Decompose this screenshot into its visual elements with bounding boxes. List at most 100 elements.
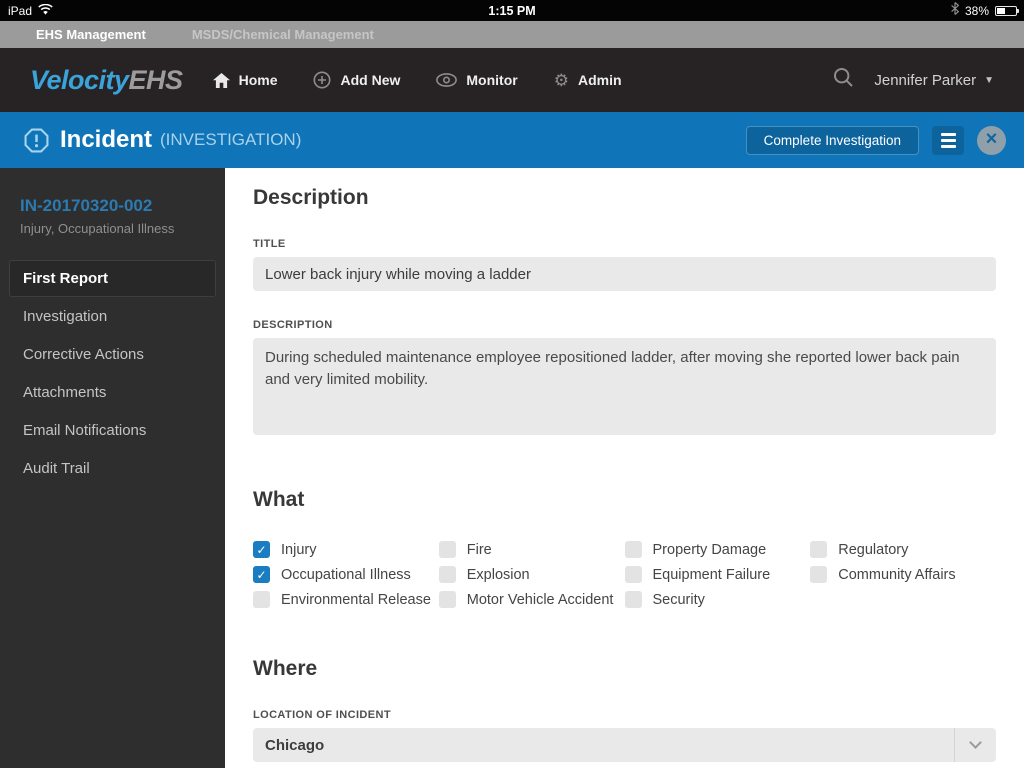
page-title: Incident xyxy=(60,126,153,153)
checkbox-row-occupational-illness[interactable]: ✓ Occupational Illness xyxy=(253,566,439,583)
logo-part-2: EHS xyxy=(128,64,184,95)
checkbox-label: Fire xyxy=(466,541,492,558)
what-column: Regulatory Community Affairs xyxy=(810,541,996,608)
battery-percent: 38% xyxy=(964,3,989,18)
checkbox-row-security[interactable]: Security xyxy=(624,591,811,608)
tab-bar: EHS Management MSDS/Chemical Management xyxy=(0,21,1024,48)
admin-icon: ⚙ xyxy=(553,70,569,90)
what-column: Property Damage Equipment Failure Security xyxy=(624,541,811,608)
checkbox-row-fire[interactable]: Fire xyxy=(438,541,625,558)
checkbox-community-affairs[interactable] xyxy=(810,566,828,583)
checkbox-label: Occupational Illness xyxy=(281,566,411,583)
chevron-down-icon: ▼ xyxy=(984,74,994,86)
checkbox-label: Injury xyxy=(281,541,317,558)
location-select[interactable]: Chicago xyxy=(253,728,996,762)
checkbox-explosion[interactable] xyxy=(438,566,456,583)
wifi-icon xyxy=(38,2,53,20)
title-input[interactable]: Lower back injury while moving a ladder xyxy=(253,257,996,291)
description-textarea-value: During scheduled maintenance employee re… xyxy=(265,349,960,388)
tab-msds-chemical-management[interactable]: MSDS/Chemical Management xyxy=(192,27,374,42)
search-icon[interactable] xyxy=(833,67,854,93)
checkbox-equipment-failure[interactable] xyxy=(624,566,642,583)
description-section-heading: Description xyxy=(253,186,369,209)
hamburger-menu-button[interactable] xyxy=(932,125,964,155)
description-field-label: DESCRIPTION xyxy=(253,319,333,331)
what-column: Fire Explosion Motor Vehicle Accident xyxy=(438,541,625,608)
checkbox-label: Explosion xyxy=(466,566,530,583)
nav-item-add-new[interactable]: Add New xyxy=(313,71,400,89)
checkbox-occupational-illness[interactable]: ✓ xyxy=(253,566,270,583)
add-icon xyxy=(313,71,331,89)
user-name: Jennifer Parker xyxy=(874,71,977,89)
chevron-down-icon xyxy=(969,736,982,749)
select-arrow-zone[interactable] xyxy=(954,728,996,762)
nav-item-label: Add New xyxy=(340,72,401,88)
location-field-label: LOCATION OF INCIDENT xyxy=(253,709,391,721)
checkbox-row-property-damage[interactable]: Property Damage xyxy=(624,541,811,558)
nav-item-home[interactable]: Home xyxy=(212,72,278,88)
nav-item-admin[interactable]: ⚙ Admin xyxy=(554,72,622,89)
checkbox-environmental-release[interactable] xyxy=(253,591,270,608)
checkbox-regulatory[interactable] xyxy=(810,541,828,558)
checkbox-motor-vehicle-accident[interactable] xyxy=(438,591,456,608)
checkbox-label: Community Affairs xyxy=(838,566,956,583)
nav-item-monitor[interactable]: Monitor xyxy=(436,72,518,88)
checkbox-row-motor-vehicle-accident[interactable]: Motor Vehicle Accident xyxy=(438,591,625,608)
complete-investigation-button[interactable]: Complete Investigation xyxy=(745,125,919,155)
user-menu[interactable]: Jennifer Parker ▼ xyxy=(874,72,994,89)
device-label: iPad xyxy=(8,3,33,18)
checkbox-label: Motor Vehicle Accident xyxy=(466,591,614,608)
description-textarea[interactable]: During scheduled maintenance employee re… xyxy=(253,338,996,435)
main-content: Description TITLE Lower back injury whil… xyxy=(225,168,1024,768)
checkbox-fire[interactable] xyxy=(438,541,456,558)
record-sidebar: IN-20170320-002 Injury, Occupational Ill… xyxy=(0,168,225,768)
what-section-heading: What xyxy=(253,488,305,511)
record-subtitle: Injury, Occupational Illness xyxy=(20,221,175,236)
checkbox-property-damage[interactable] xyxy=(624,541,642,558)
incident-alert-icon xyxy=(24,128,49,153)
checkbox-label: Equipment Failure xyxy=(652,566,771,583)
top-nav-bar: VelocityEHS Home Add New Monitor ⚙ Admin Jen… xyxy=(0,48,1024,112)
checkbox-row-community-affairs[interactable]: Community Affairs xyxy=(810,566,996,583)
status-time: 1:15 PM xyxy=(488,3,536,18)
checkbox-label: Environmental Release xyxy=(281,591,431,608)
checkbox-row-explosion[interactable]: Explosion xyxy=(438,566,625,583)
location-select-value: Chicago xyxy=(265,736,325,754)
checkbox-row-injury[interactable]: ✓ Injury xyxy=(253,541,439,558)
nav-item-label: Admin xyxy=(577,72,622,88)
battery-icon xyxy=(995,5,1019,16)
what-column: ✓ Injury ✓ Occupational Illness Environmenta… xyxy=(253,541,439,608)
sidebar-item-first-report[interactable]: First Report xyxy=(9,260,216,297)
sidebar-item-investigation[interactable]: Investigation xyxy=(9,298,216,335)
ios-status-bar: iPad 1:15 PM 38% xyxy=(0,0,1024,21)
where-section-heading: Where xyxy=(253,657,318,680)
what-grid: ✓ Injury ✓ Occupational Illness Environmenta… xyxy=(253,541,996,608)
checkbox-row-equipment-failure[interactable]: Equipment Failure xyxy=(624,566,811,583)
logo-part-1: Velocity xyxy=(30,64,129,95)
nav-item-label: Monitor xyxy=(466,72,518,88)
sidebar-item-email-notifications[interactable]: Email Notifications xyxy=(9,412,216,449)
checkbox-row-environmental-release[interactable]: Environmental Release xyxy=(253,591,439,608)
page-subtitle: (INVESTIGATION) xyxy=(160,130,302,149)
nav-item-label: Home xyxy=(238,72,278,88)
title-input-value: Lower back injury while moving a ladder xyxy=(265,265,531,283)
nav-items: Home Add New Monitor ⚙ Admin xyxy=(212,71,622,89)
checkbox-label: Security xyxy=(652,591,705,608)
title-field-label: TITLE xyxy=(253,238,286,250)
sidebar-item-corrective-actions[interactable]: Corrective Actions xyxy=(9,336,216,373)
sidebar-item-attachments[interactable]: Attachments xyxy=(9,374,216,411)
checkbox-injury[interactable]: ✓ xyxy=(253,541,270,558)
velocityehs-logo: VelocityEHS xyxy=(30,65,183,96)
record-id: IN-20170320-002 xyxy=(20,196,153,215)
home-icon xyxy=(212,72,230,88)
checkbox-label: Regulatory xyxy=(838,541,909,558)
sidebar-item-audit-trail[interactable]: Audit Trail xyxy=(9,450,216,487)
incident-header: Incident (INVESTIGATION) Complete Invest… xyxy=(0,112,1024,168)
tab-ehs-management[interactable]: EHS Management xyxy=(36,27,146,42)
checkbox-row-regulatory[interactable]: Regulatory xyxy=(810,541,996,558)
bluetooth-icon xyxy=(951,1,960,20)
checkbox-security[interactable] xyxy=(624,591,642,608)
close-button[interactable]: × xyxy=(977,125,1006,155)
monitor-icon xyxy=(436,73,458,87)
sidebar-menu: First Report Investigation Corrective Acti… xyxy=(0,260,225,487)
